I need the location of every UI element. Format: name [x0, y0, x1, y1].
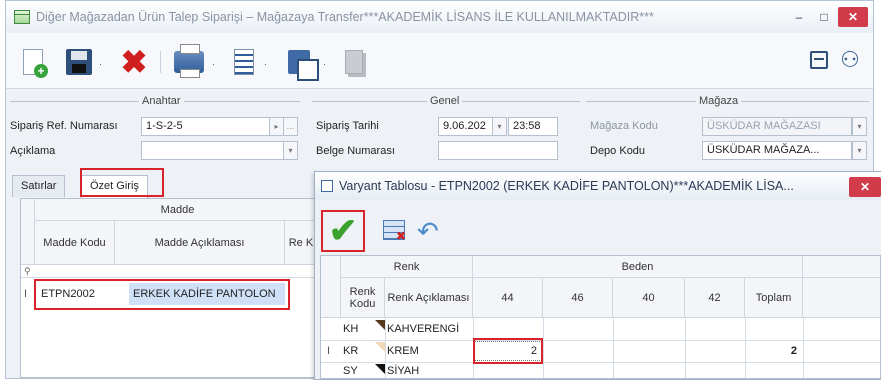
cell-renk-kodu[interactable]: SY — [343, 362, 383, 378]
magaza-kodu-field: ÜSKÜDAR MAĞAZASI — [702, 117, 852, 136]
row-indicator-header — [321, 256, 341, 318]
print-icon[interactable] — [172, 44, 206, 79]
tab-satirlar[interactable]: Satırlar — [12, 175, 66, 197]
chevron-down-icon[interactable]: ▾ — [283, 141, 298, 160]
magaza-kodu-label: Mağaza Kodu — [590, 120, 658, 132]
column-header-size-44[interactable]: 44 — [473, 278, 543, 318]
maximize-button[interactable]: □ — [814, 7, 834, 27]
chevron-down-icon[interactable]: ▾ — [492, 117, 507, 136]
madde-grid: Madde Madde Kodu Madde Açıklaması Re Kı … — [20, 198, 321, 378]
column-header-empty — [803, 278, 880, 318]
minimize-button[interactable]: – — [789, 7, 809, 27]
group-header-madde: Madde — [35, 199, 321, 221]
copy-dropdown-icon[interactable]: · — [323, 59, 326, 69]
header-groups: Anahtar Genel Mağaza Sipariş Ref. Numara… — [6, 89, 873, 167]
document-list-icon[interactable] — [230, 45, 258, 79]
aciklama-field[interactable] — [141, 141, 284, 160]
row-indicator: I — [24, 288, 28, 300]
highlight-box — [473, 338, 543, 364]
delete-icon[interactable]: ✖ — [118, 44, 150, 80]
column-header-madde-aciklamasi[interactable]: Madde Açıklaması — [115, 221, 285, 265]
cell-renk-kodu[interactable]: KR — [343, 340, 383, 362]
siparis-saati-field[interactable]: 23:58 — [508, 117, 558, 136]
group-anahtar-label: Anahtar — [139, 95, 184, 107]
column-divider — [685, 318, 686, 378]
varyant-dialog: Varyant Tablosu - ETPN2002 (ERKEK KADİFE… — [314, 171, 881, 380]
dialog-title-bar: Varyant Tablosu - ETPN2002 (ERKEK KADİFE… — [315, 172, 881, 200]
column-divider — [543, 318, 544, 378]
document-dropdown-icon[interactable]: · — [264, 59, 267, 69]
column-divider — [613, 318, 614, 378]
siparis-ref-field[interactable]: 1-S-2-5 — [141, 117, 270, 136]
save-dropdown-icon[interactable]: · — [99, 59, 102, 69]
column-divider — [385, 318, 386, 378]
varyant-grid: Renk Beden Renk Kodu Renk Açıklaması 44 … — [320, 255, 881, 379]
depo-kodu-label: Depo Kodu — [590, 145, 646, 157]
window-icon[interactable] — [810, 51, 828, 69]
chevron-down-icon: ▾ — [852, 117, 867, 136]
cell-renk-aciklamasi[interactable]: KAHVERENGİ — [387, 318, 473, 340]
form-icon — [14, 10, 30, 24]
chevron-right-icon[interactable]: ▸ — [269, 117, 284, 136]
toolbar: + · ✖ · · · ⚇ — [6, 33, 873, 89]
belge-numarasi-field[interactable] — [438, 141, 558, 160]
cell-renk-kodu[interactable]: KH — [343, 318, 383, 340]
highlight-box — [80, 168, 164, 197]
siparis-tarihi-label: Sipariş Tarihi — [316, 120, 379, 132]
print-dropdown-icon[interactable]: · — [212, 59, 215, 69]
ellipsis-icon[interactable]: … — [283, 117, 298, 136]
filter-icon[interactable]: ⚲ — [24, 265, 34, 277]
belge-numarasi-label: Belge Numarası — [316, 145, 395, 157]
table-icon — [321, 180, 333, 192]
group-header-beden: Beden — [473, 256, 803, 278]
column-header-toplam[interactable]: Toplam — [745, 278, 803, 318]
title-bar: Diğer Mağazadan Ürün Talep Siparişi – Ma… — [6, 1, 873, 33]
column-header-renk-aciklamasi[interactable]: Renk Açıklaması — [385, 278, 473, 318]
cell-renk-aciklamasi[interactable]: SİYAH — [387, 362, 473, 378]
group-magaza-label: Mağaza — [696, 95, 742, 107]
undo-icon[interactable]: ↶ — [417, 216, 453, 246]
save-icon[interactable] — [64, 45, 94, 79]
main-window: Diğer Mağazadan Ürün Talep Siparişi – Ma… — [5, 0, 881, 380]
column-header-size-42[interactable]: 42 — [685, 278, 745, 318]
column-header-renk-kodu[interactable]: Renk Kodu — [341, 278, 385, 318]
window-title: Diğer Mağazadan Ürün Talep Siparişi – Ma… — [36, 10, 654, 24]
siparis-ref-label: Sipariş Ref. Numarası — [10, 120, 118, 132]
new-document-icon[interactable]: + — [20, 45, 48, 79]
group-header-empty — [803, 256, 880, 278]
highlight-box — [34, 279, 290, 310]
binoculars-icon[interactable]: ⚇ — [834, 46, 866, 74]
cell-toplam: 2 — [790, 345, 797, 357]
column-divider — [803, 318, 804, 378]
dialog-toolbar: ✔ ↶ — [315, 200, 881, 252]
column-header-size-46[interactable]: 46 — [543, 278, 613, 318]
cell-renk-aciklamasi[interactable]: KREM — [387, 340, 473, 362]
group-header-renk: Renk — [341, 256, 473, 278]
close-button[interactable]: ✕ — [838, 7, 868, 27]
group-genel-label: Genel — [427, 95, 463, 107]
aciklama-label: Açıklama — [10, 145, 56, 157]
copy-icon[interactable] — [281, 45, 319, 81]
dialog-close-button[interactable]: ✕ — [849, 177, 881, 197]
column-header-madde-kodu[interactable]: Madde Kodu — [35, 221, 115, 265]
depo-kodu-field[interactable]: ÜSKÜDAR MAĞAZA... — [702, 141, 852, 160]
row-indicator-header — [21, 199, 35, 265]
column-header-size-40[interactable]: 40 — [613, 278, 685, 318]
disabled-document-icon — [342, 45, 366, 79]
row-indicator: I — [327, 345, 331, 357]
highlight-box — [321, 210, 365, 252]
chevron-down-icon[interactable]: ▾ — [852, 141, 867, 160]
toolbar-separator — [160, 51, 161, 73]
row-divider — [21, 277, 321, 278]
dialog-title: Varyant Tablosu - ETPN2002 (ERKEK KADİFE… — [339, 179, 794, 193]
clear-table-icon[interactable] — [383, 220, 406, 243]
